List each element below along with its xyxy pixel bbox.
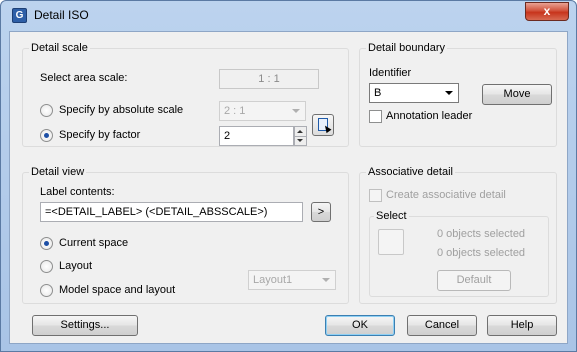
default-button[interactable]: Default — [437, 270, 511, 291]
current-space-label[interactable]: Current space — [59, 237, 128, 250]
detail-boundary-group: Detail boundary Identifier B Move Annota… — [359, 42, 557, 147]
app-logo-icon: G — [12, 8, 27, 23]
close-icon: x — [543, 4, 551, 18]
model-space-label[interactable]: Model space and layout — [59, 284, 175, 297]
model-space-radio[interactable] — [40, 284, 53, 297]
label-contents-input[interactable]: =<DETAIL_LABEL> (<DETAIL_ABSSCALE>) — [40, 202, 303, 222]
window-title: Detail ISO — [34, 8, 89, 22]
cursor-arrow-icon — [322, 123, 332, 134]
move-button[interactable]: Move — [482, 84, 552, 105]
spin-down-icon[interactable] — [297, 139, 303, 142]
close-button[interactable]: x — [525, 2, 569, 21]
current-space-radio[interactable] — [40, 237, 53, 250]
detail-scale-title: Detail scale — [29, 42, 90, 54]
pick-area-button[interactable] — [312, 114, 334, 136]
layout-combo[interactable]: Layout1 — [248, 270, 336, 290]
factor-label[interactable]: Specify by factor — [59, 129, 140, 142]
selected-count-1: 0 objects selected — [437, 228, 526, 240]
select-area-scale-field: 1 : 1 — [219, 69, 319, 89]
layout-combo-value: Layout1 — [253, 274, 293, 286]
chevron-down-icon — [445, 91, 453, 95]
dialog-window: G Detail ISO x Detail scale Select area … — [0, 0, 577, 352]
identifier-label: Identifier — [369, 67, 412, 79]
select-objects-icon[interactable] — [378, 229, 404, 255]
ok-button[interactable]: OK — [325, 315, 395, 336]
annotation-leader-label[interactable]: Annotation leader — [386, 110, 472, 123]
layout-label[interactable]: Layout — [59, 260, 92, 273]
detail-boundary-title: Detail boundary — [366, 42, 448, 54]
selected-count-2: 0 objects selected — [437, 247, 526, 259]
chevron-down-icon — [322, 278, 330, 282]
absolute-scale-value: 2 : 1 — [224, 105, 246, 117]
annotation-leader-checkbox[interactable] — [369, 110, 382, 123]
absolute-scale-label[interactable]: Specify by absolute scale — [59, 104, 183, 117]
help-button[interactable]: Help — [487, 315, 557, 336]
identifier-combo[interactable]: B — [369, 83, 459, 103]
factor-input[interactable]: 2 — [219, 126, 294, 146]
absolute-scale-combo[interactable]: 2 : 1 — [219, 101, 306, 121]
associative-detail-group: Associative detail Create associative de… — [359, 166, 557, 304]
factor-radio[interactable] — [40, 129, 53, 142]
detail-view-group: Detail view Label contents: =<DETAIL_LAB… — [22, 166, 349, 304]
select-title: Select — [374, 210, 409, 222]
detail-scale-group: Detail scale Select area scale: 1 : 1 Sp… — [22, 42, 349, 147]
create-associative-checkbox[interactable] — [369, 189, 382, 202]
detail-view-title: Detail view — [29, 166, 87, 178]
layout-radio[interactable] — [40, 260, 53, 273]
cancel-button[interactable]: Cancel — [407, 315, 477, 336]
label-contents-label: Label contents: — [40, 186, 115, 198]
title-bar[interactable]: G Detail ISO x — [1, 1, 576, 31]
identifier-value: B — [374, 87, 382, 99]
associative-detail-title: Associative detail — [366, 166, 455, 178]
settings-button[interactable]: Settings... — [32, 315, 138, 336]
select-area-scale-label: Select area scale: — [40, 72, 128, 84]
absolute-scale-radio[interactable] — [40, 104, 53, 117]
insert-field-button[interactable]: > — [311, 202, 331, 222]
chevron-down-icon — [292, 109, 300, 113]
factor-spinner[interactable] — [294, 126, 307, 146]
dialog-client-area: Detail scale Select area scale: 1 : 1 Sp… — [9, 31, 568, 344]
select-subgroup: Select 0 objects selected 0 objects sele… — [369, 210, 549, 297]
spin-up-icon[interactable] — [297, 130, 303, 133]
create-associative-label[interactable]: Create associative detail — [386, 189, 506, 202]
